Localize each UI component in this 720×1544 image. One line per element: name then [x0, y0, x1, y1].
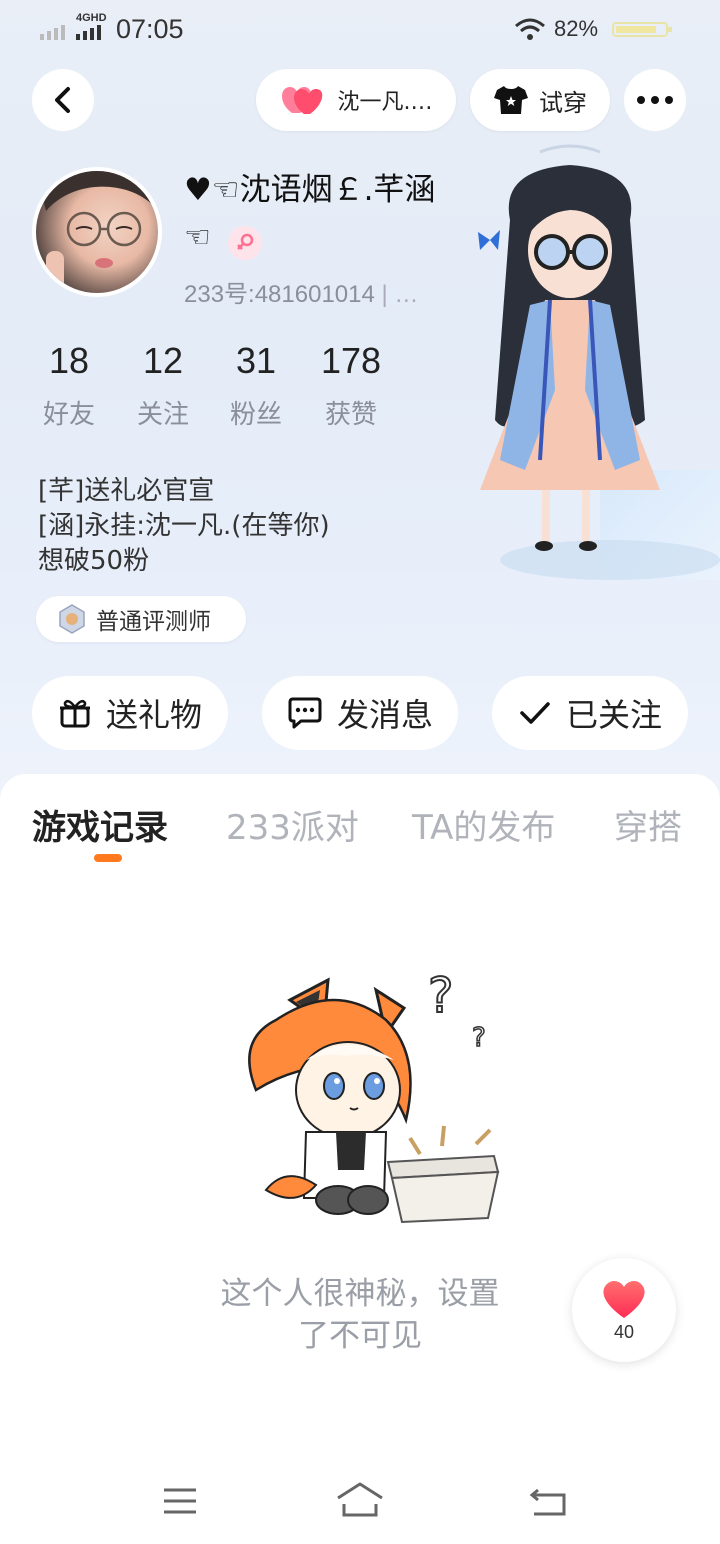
empty-state-illustration: ? ? [236, 960, 506, 1230]
avatar-photo [36, 171, 158, 293]
more-dots-icon [637, 96, 673, 104]
send-message-label: 发消息 [336, 696, 433, 734]
chevron-left-icon [55, 87, 70, 113]
signal-weak-icon [40, 24, 70, 40]
chat-bubble-icon [288, 697, 322, 729]
back-nav-icon[interactable] [528, 1486, 568, 1518]
following-count[interactable]: 12 [118, 340, 208, 382]
likes-count[interactable]: 178 [306, 340, 396, 382]
bio-line-1: [芊]送礼必官宣 [38, 476, 215, 506]
friends-count[interactable]: 18 [24, 340, 114, 382]
clock: 07:05 [116, 14, 184, 44]
svg-text:?: ? [428, 968, 453, 1024]
user-id-more: | … [381, 281, 419, 308]
battery-icon [612, 20, 674, 38]
tab-ta-posts[interactable]: TA的发布 [412, 800, 555, 849]
bio-line-3: 想破50粉 [38, 546, 150, 576]
cp-partner-name: 沈一凡.… [337, 90, 433, 115]
following-label[interactable]: 关注 [118, 394, 208, 431]
pointing-emoji: ☜ [184, 220, 211, 255]
friends-label[interactable]: 好友 [24, 394, 114, 431]
user-id-text: 233号:481601014 [184, 281, 375, 308]
battery-percent: 82% [554, 16, 599, 41]
signal-icon [76, 24, 108, 40]
cp-partner-button[interactable]: 沈一凡.… [256, 69, 456, 131]
empty-state-line-1: 这个人很神秘，设置 [220, 1276, 500, 1312]
wifi-icon [514, 18, 546, 42]
checkmark-icon [520, 702, 550, 724]
menu-icon[interactable] [162, 1486, 198, 1516]
avatar[interactable] [32, 167, 162, 297]
tshirt-icon [494, 86, 528, 114]
heart-icon [603, 1280, 645, 1318]
followed-button[interactable]: 已关注 [492, 676, 688, 750]
reviewer-badge-icon [59, 604, 85, 634]
likes-label[interactable]: 获赞 [306, 394, 396, 431]
fans-label[interactable]: 粉丝 [211, 394, 301, 431]
user-id[interactable]: 233号:481601014 | … [184, 274, 418, 309]
double-heart-icon [281, 87, 322, 114]
empty-state-line-2: 了不可见 [298, 1318, 422, 1354]
followed-label: 已关注 [565, 696, 662, 734]
avatar-character[interactable] [470, 140, 670, 560]
send-gift-button[interactable]: 送礼物 [32, 676, 228, 750]
profile-name: ♥☜沈语烟￡.芊涵 [184, 172, 436, 208]
gift-icon [59, 699, 90, 728]
like-button[interactable]: 40 [572, 1258, 676, 1362]
send-message-button[interactable]: 发消息 [262, 676, 458, 750]
back-button[interactable] [32, 69, 94, 131]
network-type: 4GHD [76, 12, 107, 24]
female-icon [228, 226, 262, 260]
tab-game-records[interactable]: 游戏记录 [32, 800, 168, 849]
like-count: 40 [613, 1321, 635, 1342]
try-on-button[interactable]: 试穿 [470, 69, 610, 131]
reviewer-badge[interactable]: 普通评测师 [36, 596, 246, 642]
send-gift-label: 送礼物 [105, 696, 202, 734]
fans-count[interactable]: 31 [211, 340, 301, 382]
try-on-label: 试穿 [539, 88, 587, 117]
tab-outfits[interactable]: 穿搭 [614, 800, 682, 849]
more-button[interactable] [624, 69, 686, 131]
tab-233-party[interactable]: 233派对 [226, 800, 359, 849]
bio-line-2: [涵]永挂:沈一凡.(在等你) [38, 511, 330, 541]
svg-text:?: ? [472, 1023, 486, 1053]
status-bar: 4GHD 07:05 82% [0, 0, 720, 60]
active-tab-indicator [94, 854, 122, 862]
reviewer-badge-label: 普通评测师 [96, 609, 211, 635]
home-icon[interactable] [336, 1482, 384, 1518]
